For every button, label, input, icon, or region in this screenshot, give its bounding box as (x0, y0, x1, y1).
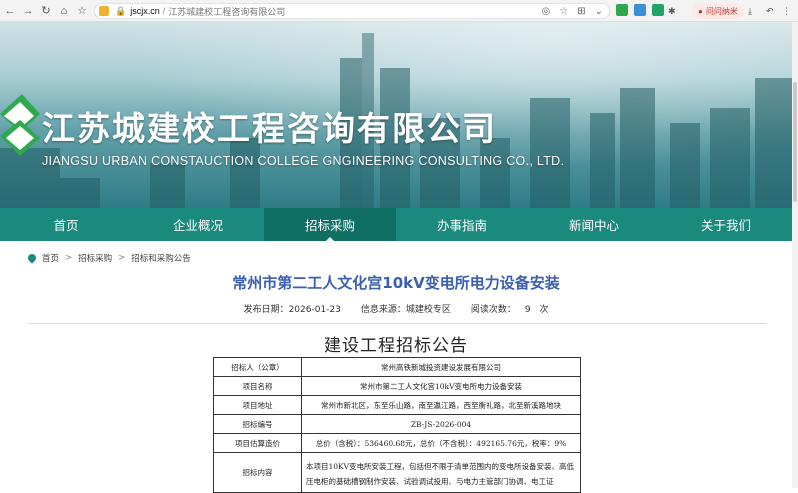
table-value-cell: 本项目10KV变电所安装工程，包括但不限于清单范围内的变电所设备安装、高低压电柜… (301, 452, 581, 493)
green-extension-icon[interactable] (652, 4, 664, 16)
favorites-button[interactable]: ● 问问纳米 (692, 3, 744, 19)
address-bar[interactable]: 🔒 jscjx.cn / 江苏城建校工程咨询有限公司 ◎ ☆ ⊞ ⌄ (94, 3, 610, 19)
content-divider (28, 323, 766, 324)
document-title: 建设工程招标公告 (324, 336, 468, 356)
breadcrumb-separator: > (65, 253, 73, 263)
table-value-cell: 总价（含税）：536460.68元，总价（不含税）：492165.76元，税率：… (301, 433, 581, 453)
main-nav: 首页 企业概况 招标采购 办事指南 新闻中心 关于我们 (0, 208, 792, 242)
view-count-value: 9 (524, 305, 531, 315)
skyline-building (530, 98, 570, 208)
table-value-cell: 常州市新北区，东至乐山路，南至瀛江路，西至衡礼路，北至新溪路地块 (301, 395, 581, 415)
breadcrumb-tender[interactable]: 招标采购 (78, 252, 112, 264)
favorites-icon: ● (698, 6, 703, 16)
nav-item-tender[interactable]: 招标采购 (264, 208, 396, 242)
back-icon[interactable]: ← (2, 3, 18, 19)
address-page-title: 江苏城建校工程咨询有限公司 (168, 6, 286, 17)
shield-extension-icon[interactable] (616, 4, 628, 16)
skyline-building (150, 163, 185, 208)
shield-icon (99, 6, 109, 16)
table-key-cell: 招标内容 (213, 452, 302, 493)
breadcrumb-current[interactable]: 招标和采购公告 (131, 252, 191, 264)
skyline-building (755, 78, 792, 208)
table-value-cell: 常州高铁新城投资建设发展有限公司 (301, 357, 581, 377)
grid-icon[interactable]: ⊞ (577, 6, 585, 17)
nav-item-guide[interactable]: 办事指南 (396, 208, 528, 241)
nav-item-home[interactable]: 首页 (0, 208, 132, 241)
lock-icon: 🔒 (115, 5, 127, 16)
publish-date: 发布日期：2026-01-23 (244, 302, 341, 315)
table-key-cell: 项目地址 (213, 395, 302, 415)
table-value-cell: ZB-JS-2026-004 (301, 414, 581, 434)
table-key-cell: 项目估算造价 (213, 433, 302, 453)
translate-extension-icon[interactable] (634, 4, 646, 16)
scroll-thumb[interactable] (793, 82, 797, 202)
table-row: 项目地址 常州市新北区，东至乐山路，南至瀛江路，西至衡礼路，北至新溪路地块 (213, 395, 581, 415)
skyline-building (620, 88, 655, 208)
breadcrumb-separator: > (118, 253, 126, 263)
skyline-building (710, 108, 750, 208)
skyline-building (590, 113, 615, 208)
table-value-cell: 常州市第二工人文化宫10kV变电所电力设备安装 (301, 376, 581, 396)
brand-name-en: JIANGSU URBAN CONSTAUCTION COLLEGE GNGIN… (42, 154, 565, 168)
browser-toolbar: ← → ↻ ⌂ ☆ AI 🔒 jscjx.cn / 江苏城建校工程咨询有限公司 … (0, 0, 798, 22)
info-source-label: 信息来源： (360, 305, 406, 315)
skyline-building (670, 123, 700, 208)
address-separator: / (162, 6, 166, 16)
nav-item-about[interactable]: 关于我们 (660, 208, 792, 241)
table-key-cell: 招标人（公章） (213, 357, 302, 377)
header-banner: 江苏城建校工程咨询有限公司 JIANGSU URBAN CONSTAUCTION… (0, 22, 792, 208)
location-pin-icon (26, 252, 38, 264)
view-count-unit: 次 (539, 305, 549, 315)
tender-info-table: 招标人（公章） 常州高铁新城投资建设发展有限公司 项目名称 常州市第二工人文化宫… (213, 357, 581, 493)
publish-date-label: 发布日期： (243, 305, 289, 315)
favorites-label: 问问纳米 (705, 6, 738, 16)
table-key-cell: 项目名称 (213, 376, 302, 396)
view-count-label: 阅读次数： (470, 305, 516, 315)
location-icon[interactable]: ◎ (542, 6, 551, 17)
skyline-building (60, 178, 100, 208)
info-source: 信息来源：城建校专区 (361, 302, 451, 315)
nav-item-news[interactable]: 新闻中心 (528, 208, 660, 241)
article-title: 常州市第二工人文化宫10kV变电所电力设备安装 (232, 274, 560, 292)
table-row: 招标人（公章） 常州高铁新城投资建设发展有限公司 (213, 357, 581, 377)
breadcrumb-home[interactable]: 首页 (42, 252, 59, 264)
breadcrumb: 首页 > 招标采购 > 招标和采购公告 (26, 252, 191, 264)
address-domain: jscjx.cn (130, 6, 160, 16)
article-meta: 发布日期：2026-01-23 信息来源：城建校专区 阅读次数： 9 次 (0, 302, 792, 315)
brand-name-cn: 江苏城建校工程咨询有限公司 (42, 109, 497, 148)
refresh-icon[interactable]: ↻ (38, 3, 54, 19)
page-scrollbar[interactable] (792, 22, 798, 488)
download-icon[interactable]: ⤓ (748, 4, 752, 18)
chevron-down-icon[interactable]: ⌄ (595, 6, 603, 17)
table-row: 项目估算造价 总价（含税）：536460.68元，总价（不含税）：492165.… (213, 433, 581, 453)
table-row: 招标内容 本项目10KV变电所安装工程，包括但不限于清单范围内的变电所设备安装、… (213, 452, 581, 493)
puzzle-icon[interactable]: ✱ (668, 4, 676, 18)
company-logo-icon (0, 94, 40, 156)
forward-icon[interactable]: → (20, 3, 36, 19)
home-icon[interactable]: ⌂ (56, 3, 72, 19)
nav-item-company[interactable]: 企业概况 (132, 208, 264, 241)
table-key-cell: 招标编号 (213, 414, 302, 434)
table-row: 项目名称 常州市第二工人文化宫10kV变电所电力设备安装 (213, 376, 581, 396)
info-source-value: 城建校专区 (405, 305, 451, 315)
publish-date-value: 2026-01-23 (288, 305, 341, 315)
bookmark-star-icon[interactable]: ☆ (559, 6, 568, 17)
star-icon[interactable]: ☆ (74, 3, 90, 19)
menu-icon[interactable]: ⋮ (782, 4, 791, 18)
table-row: 招标编号 ZB-JS-2026-004 (213, 414, 581, 434)
view-count: 阅读次数： 9 次 (471, 302, 549, 315)
undo-icon[interactable]: ↶ (766, 4, 774, 18)
